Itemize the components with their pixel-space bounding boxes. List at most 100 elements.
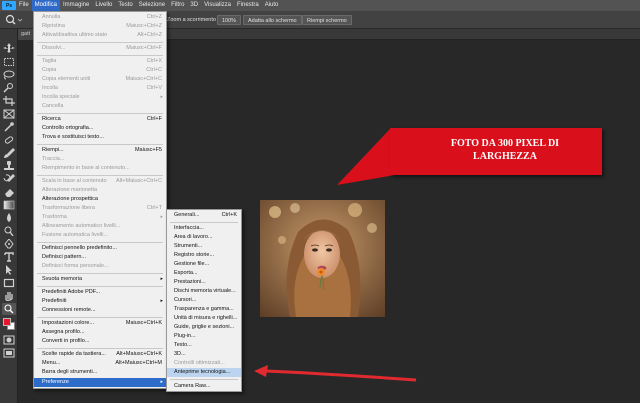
pref-item-trasparenza-gamma[interactable]: Trasparenza e gamma... [167, 305, 241, 314]
pref-item-esporta[interactable]: Esporta... [167, 269, 241, 278]
menu-item-ricerca[interactable]: Ricerca Ctrl+F [34, 115, 166, 124]
menu-item-riempimento-contenuto[interactable]: Riempimento in base al contenuto... [34, 164, 166, 173]
type-tool-icon[interactable] [3, 252, 15, 262]
pref-item-strumenti[interactable]: Strumenti... [167, 242, 241, 251]
menu-item-trasformazione-libera[interactable]: Trasformazione libera Ctrl+T [34, 204, 166, 213]
pref-item-plug-in[interactable]: Plug-in... [167, 332, 241, 341]
pref-item-registro-storie[interactable]: Registro storie... [167, 251, 241, 260]
menu-item-incolla-speciale[interactable]: Incolla speciale ▸ [34, 93, 166, 102]
quick-mask-icon[interactable] [3, 335, 15, 345]
menu-item-menu[interactable]: Menu... Alt+Maiusc+Ctrl+M [34, 359, 166, 368]
menu-item-predefiniti-pdf[interactable]: Predefiniti Adobe PDF... [34, 288, 166, 297]
pref-item-dischi-memoria[interactable]: Dischi memoria virtuale... [167, 287, 241, 296]
healing-brush-tool-icon[interactable] [3, 135, 15, 145]
pref-item-3d[interactable]: 3D... [167, 350, 241, 359]
history-brush-tool-icon[interactable] [3, 174, 15, 184]
pref-item-generali[interactable]: Generali... Ctrl+K [167, 211, 241, 220]
menu-livello[interactable]: Livello [92, 0, 115, 11]
zoom-tool-preset[interactable] [5, 14, 25, 26]
eraser-tool-icon[interactable] [3, 187, 15, 197]
menu-separator [37, 42, 163, 43]
menu-item-controllo-ortografia[interactable]: Controllo ortografia... [34, 124, 166, 133]
menu-item-definisci-pennello[interactable]: Definisci pennello predefinito... [34, 244, 166, 253]
menu-item-taglia[interactable]: Taglia Ctrl+X [34, 57, 166, 66]
move-tool-icon[interactable] [3, 43, 15, 53]
menu-item-scelte-rapide[interactable]: Scelte rapide da tastiera... Alt+Maiusc+C… [34, 350, 166, 359]
menu-item-preferenze[interactable]: Preferenze ▸ [34, 378, 166, 387]
menu-item-barra-strumenti[interactable]: Barra degli strumenti... [34, 368, 166, 377]
pen-tool-icon[interactable] [3, 239, 15, 249]
foreground-color-swatch[interactable] [3, 318, 11, 326]
pref-item-cursori[interactable]: Cursori... [167, 296, 241, 305]
menu-item-assegna-profilo[interactable]: Assegna profilo... [34, 328, 166, 337]
menu-item-ripristina[interactable]: Ripristina Maiusc+Ctrl+Z [34, 22, 166, 31]
dodge-tool-icon[interactable] [3, 226, 15, 236]
clone-stamp-tool-icon[interactable] [3, 161, 15, 171]
menu-item-riempi[interactable]: Riempi... Maiusc+F5 [34, 146, 166, 155]
fit-screen-button[interactable]: Adatta allo schermo [243, 15, 302, 25]
menu-modifica[interactable]: Modifica [31, 0, 61, 11]
hand-tool-icon[interactable] [3, 291, 15, 301]
screen-mode-icon[interactable] [3, 348, 15, 358]
menu-item-definisci-pattern[interactable]: Definisci pattern... [34, 253, 166, 262]
menu-3d[interactable]: 3D [187, 0, 201, 11]
menu-item-predefiniti[interactable]: Predefiniti ▸ [34, 297, 166, 306]
menu-item-alterazione-prospettica[interactable]: Alterazione prospettica [34, 195, 166, 204]
menu-item-converti-profilo[interactable]: Converti in profilo... [34, 337, 166, 346]
marquee-tool-icon[interactable] [3, 57, 15, 67]
menu-item-alterazione-marionetta[interactable]: Alterazione marionetta [34, 186, 166, 195]
zoom-tool-button[interactable] [2, 303, 16, 315]
menu-item-svuota-memoria[interactable]: Svuota memoria ▸ [34, 275, 166, 284]
eyedropper-tool-icon[interactable] [3, 122, 15, 132]
menu-item-definisci-forma[interactable]: Definisci forma personale... [34, 262, 166, 271]
menu-item-trasforma[interactable]: Trasforma ▸ [34, 213, 166, 222]
submenu-arrow-icon: ▸ [160, 379, 163, 385]
pref-item-unita-misura[interactable]: Unità di misura e righelli... [167, 314, 241, 323]
menu-item-impostazioni-colore[interactable]: Impostazioni colore... Maiusc+Ctrl+K [34, 319, 166, 328]
menu-item-annulla[interactable]: Annulla Ctrl+Z [34, 13, 166, 22]
menu-immagine[interactable]: Immagine [60, 0, 92, 11]
menu-filtro[interactable]: Filtro [168, 0, 187, 11]
quick-selection-tool-icon[interactable] [3, 83, 15, 93]
fill-screen-button[interactable]: Riempi schermo [302, 15, 352, 25]
menu-testo[interactable]: Testo [115, 0, 135, 11]
gradient-tool-icon[interactable] [3, 200, 15, 210]
menu-item-incolla[interactable]: Incolla Ctrl+V [34, 84, 166, 93]
pref-item-gestione-file[interactable]: Gestione file... [167, 260, 241, 269]
path-selection-tool-icon[interactable] [3, 265, 15, 275]
menu-visualizza[interactable]: Visualizza [201, 0, 234, 11]
blur-tool-icon[interactable] [3, 213, 15, 223]
pref-item-interfaccia[interactable]: Interfaccia... [167, 224, 241, 233]
pref-item-guide-griglie[interactable]: Guide, griglie e sezioni... [167, 323, 241, 332]
scrubby-zoom-option[interactable]: Zoom a scorrimento [160, 15, 216, 25]
menu-separator [37, 55, 163, 56]
menu-aiuto[interactable]: Aiuto [262, 0, 282, 11]
menu-item-dissolvi[interactable]: Dissolvi... Maiusc+Ctrl+F [34, 44, 166, 53]
menu-item-connessioni-remote[interactable]: Connessioni remote... [34, 306, 166, 315]
menu-item-attiva-disattiva[interactable]: Attiva/disattiva ultimo stato Alt+Ctrl+Z [34, 31, 166, 40]
pref-item-camera-raw[interactable]: Camera Raw... [167, 382, 241, 391]
menu-file[interactable]: File [16, 0, 32, 11]
menu-item-scala-contenuto[interactable]: Scala in base al contenuto Alt+Maiusc+Ctr… [34, 177, 166, 186]
menu-item-fusione-automatica[interactable]: Fusione automatica livelli... [34, 231, 166, 240]
crop-tool-icon[interactable] [3, 96, 15, 106]
pref-item-prestazioni[interactable]: Prestazioni... [167, 278, 241, 287]
pref-item-area-lavoro[interactable]: Area di lavoro... [167, 233, 241, 242]
menu-finestra[interactable]: Finestra [234, 0, 262, 11]
pref-item-controlli-ottimizzati[interactable]: Controlli ottimizzati... [167, 359, 241, 368]
pref-item-anteprime-tecnologia[interactable]: Anteprime tecnologia... [167, 368, 241, 377]
brush-tool-icon[interactable] [3, 148, 15, 158]
menu-item-copia-elementi-uniti[interactable]: Copia elementi uniti Maiusc+Ctrl+C [34, 75, 166, 84]
menu-item-copia[interactable]: Copia Ctrl+C [34, 66, 166, 75]
menu-item-allineamento-automatico[interactable]: Allineamento automatico livelli... [34, 222, 166, 231]
lasso-tool-icon[interactable] [3, 70, 15, 80]
menu-selezione[interactable]: Selezione [136, 0, 168, 11]
menu-separator [37, 286, 163, 287]
menu-item-trova-sostituisci[interactable]: Trova e sostituisci testo... [34, 133, 166, 142]
menu-item-cancella[interactable]: Cancella [34, 102, 166, 111]
pref-item-testo[interactable]: Testo... [167, 341, 241, 350]
rectangle-tool-icon[interactable] [3, 278, 15, 288]
zoom-100-button[interactable]: 100% [217, 15, 242, 25]
menu-item-traccia[interactable]: Traccia... [34, 155, 166, 164]
frame-tool-icon[interactable] [3, 109, 15, 119]
